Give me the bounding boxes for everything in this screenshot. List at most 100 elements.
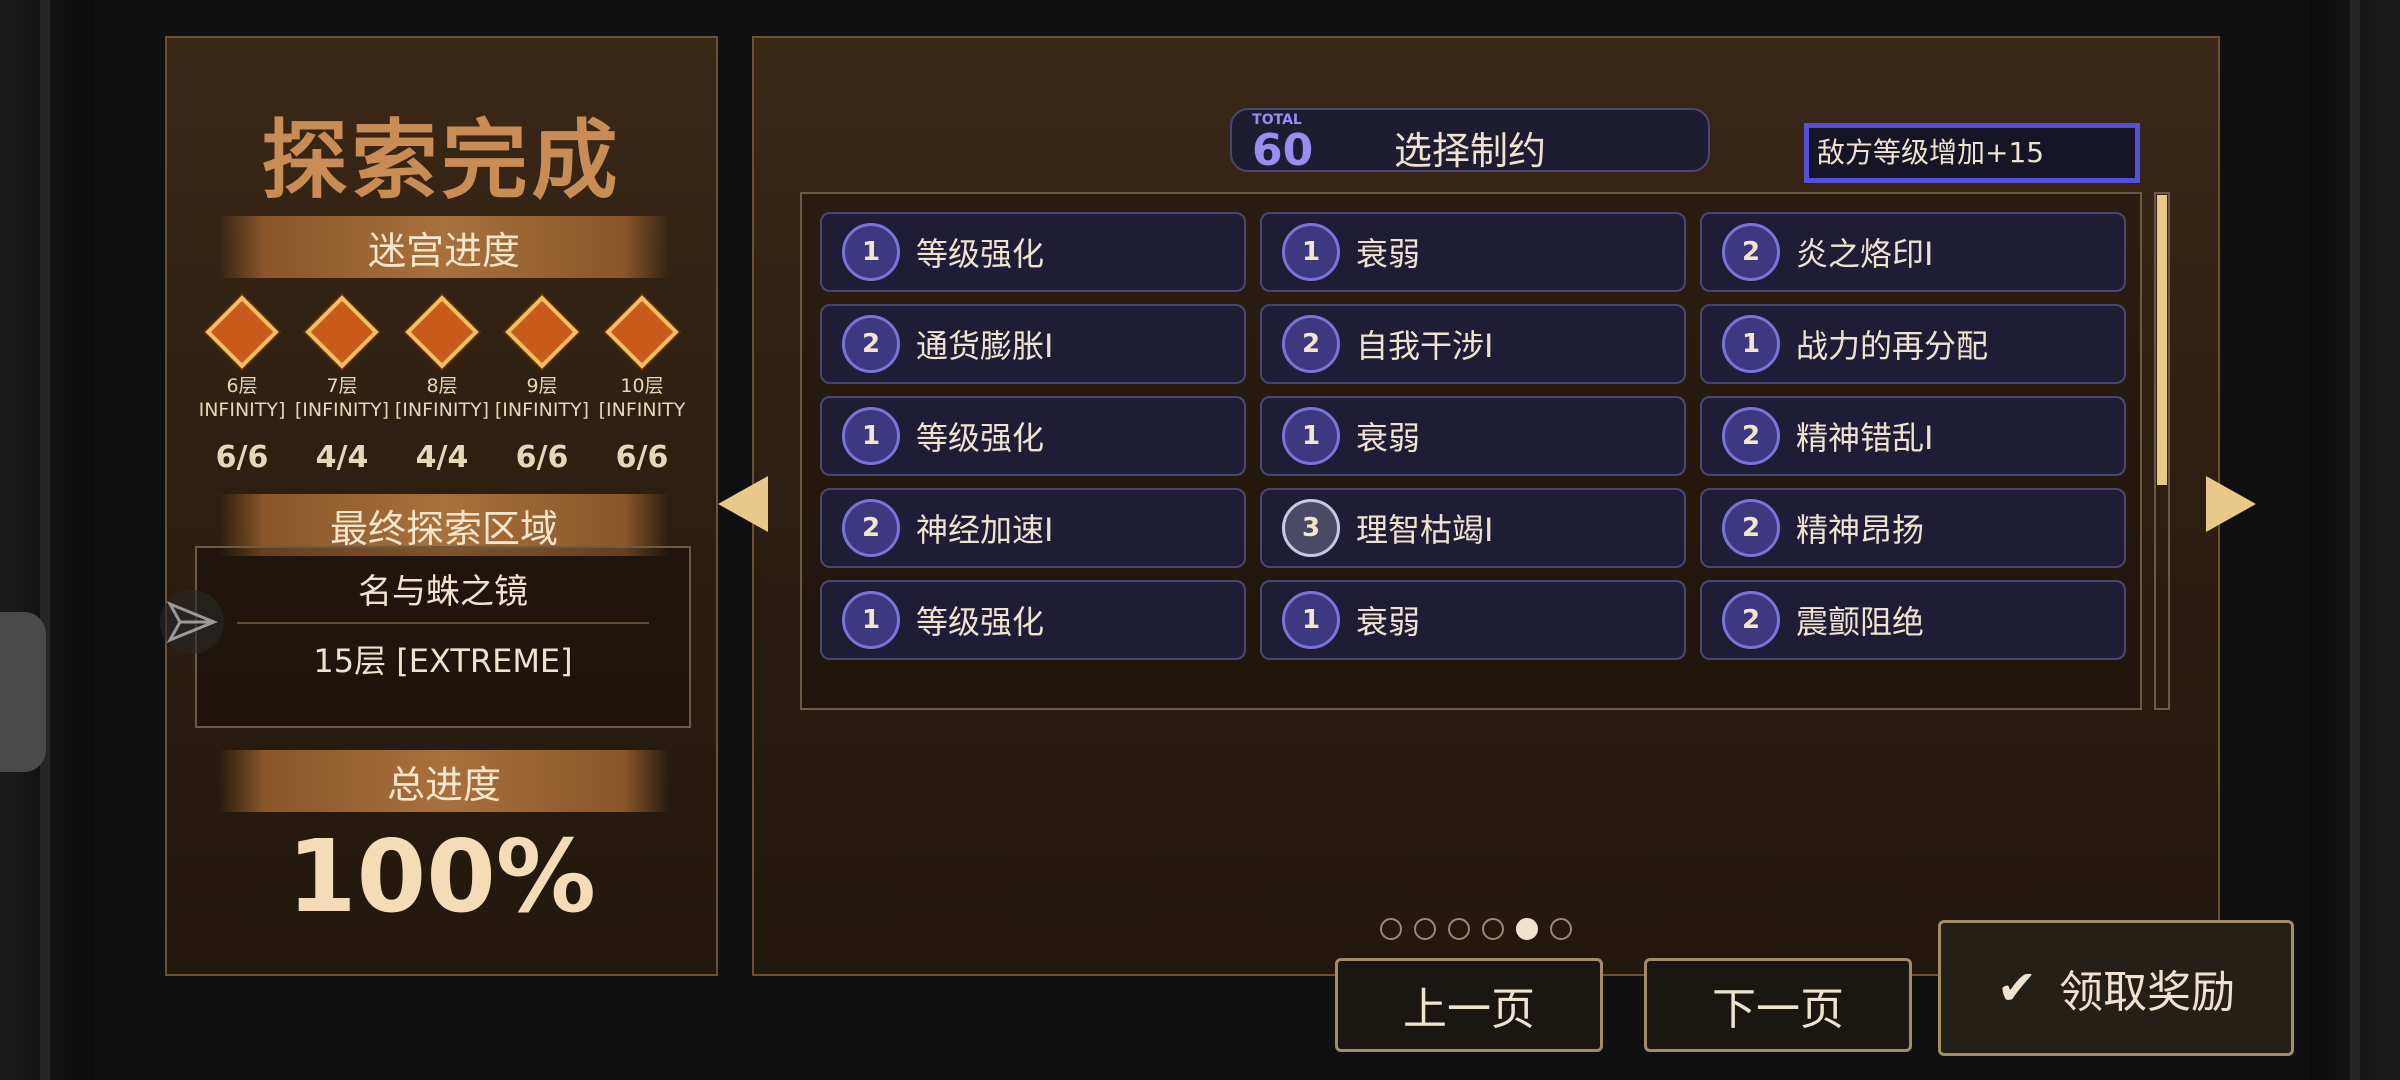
right-frame <box>2310 0 2400 1080</box>
constraint-card[interactable]: 2 神经加速I <box>820 488 1246 568</box>
share-icon <box>166 600 218 644</box>
constraint-label: 等级强化 <box>916 235 1045 273</box>
page-dot[interactable] <box>1380 918 1402 940</box>
floor-mode: [INFINITY] <box>294 399 390 421</box>
constraint-card[interactable]: 1 衰弱 <box>1260 396 1686 476</box>
page-dot[interactable] <box>1414 918 1436 940</box>
divider <box>237 622 649 624</box>
constraint-label: 理智枯竭I <box>1356 511 1494 549</box>
floor-list: 6层 INFINITY] 6/6 7层 [INFINITY] 4/4 8层 [I… <box>192 295 692 475</box>
constraint-header: TOTAL 60 选择制约 <box>1230 108 1710 174</box>
constraint-label: 炎之烙印I <box>1796 235 1934 273</box>
floor-label: 7层 <box>326 375 358 397</box>
page-dot[interactable] <box>1448 918 1470 940</box>
level-badge-icon: 1 <box>842 223 900 281</box>
left-frame <box>0 0 95 1080</box>
floor-label: 6层 <box>226 375 258 397</box>
constraint-card[interactable]: 2 炎之烙印I <box>1700 212 2126 292</box>
floor-count: 6/6 <box>215 440 269 475</box>
constraint-card[interactable]: 3 理智枯竭I <box>1260 488 1686 568</box>
next-arrow-icon[interactable] <box>2206 476 2256 532</box>
page-dot[interactable] <box>1482 918 1504 940</box>
constraint-card[interactable]: 2 精神错乱I <box>1700 396 2126 476</box>
floor-label: 10层 <box>620 375 664 397</box>
page-dot[interactable] <box>1550 918 1572 940</box>
level-badge-icon: 2 <box>842 315 900 373</box>
level-badge-icon: 2 <box>1722 407 1780 465</box>
constraint-card[interactable]: 1 衰弱 <box>1260 580 1686 660</box>
floor-label: 9层 <box>526 375 558 397</box>
floor-item: 9层 [INFINITY] 6/6 <box>492 295 592 475</box>
floor-medal-icon <box>405 295 479 369</box>
level-badge-icon: 1 <box>842 407 900 465</box>
floor-count: 6/6 <box>615 440 669 475</box>
constraint-label: 通货膨胀I <box>916 327 1054 365</box>
level-badge-icon: 1 <box>1282 407 1340 465</box>
level-badge-icon: 2 <box>1722 591 1780 649</box>
floor-item: 6层 INFINITY] 6/6 <box>192 295 292 475</box>
floor-mode: [INFINITY <box>598 399 686 421</box>
constraint-card[interactable]: 1 战力的再分配 <box>1700 304 2126 384</box>
constraint-label: 等级强化 <box>916 419 1045 457</box>
area-floor: 15层 [EXTREME] <box>313 642 573 680</box>
constraint-label: 战力的再分配 <box>1796 327 1989 365</box>
floor-label: 8层 <box>426 375 458 397</box>
constraint-title: 选择制约 <box>1393 129 1546 173</box>
constraint-card[interactable]: 1 等级强化 <box>820 580 1246 660</box>
floor-count: 6/6 <box>515 440 569 475</box>
maze-progress-banner: 迷宫进度 <box>219 216 669 278</box>
constraint-card[interactable]: 2 自我干涉I <box>1260 304 1686 384</box>
level-badge-icon: 1 <box>1722 315 1780 373</box>
constraint-label: 衰弱 <box>1356 419 1421 457</box>
floor-mode: INFINITY] <box>198 399 286 421</box>
level-badge-icon: 1 <box>1282 591 1340 649</box>
floor-item: 10层 [INFINITY 6/6 <box>592 295 692 475</box>
constraint-card[interactable]: 1 衰弱 <box>1260 212 1686 292</box>
constraint-card[interactable]: 1 等级强化 <box>820 396 1246 476</box>
constraint-label: 精神昂扬 <box>1796 511 1925 549</box>
floor-medal-icon <box>605 295 679 369</box>
next-page-button[interactable]: 下一页 <box>1644 958 1912 1052</box>
area-name: 名与蛛之镜 <box>358 572 528 612</box>
level-badge-icon: 1 <box>1282 223 1340 281</box>
share-button[interactable] <box>160 590 224 654</box>
scrollbar-thumb[interactable] <box>2157 195 2167 485</box>
total-progress-value: 100% <box>287 818 596 935</box>
floor-mode: [INFINITY] <box>394 399 490 421</box>
constraint-label: 震颤阻绝 <box>1796 603 1925 641</box>
checkmark-icon: ✔ <box>1996 960 2038 1016</box>
tooltip: 敌方等级增加+15 <box>1804 123 2140 183</box>
prev-arrow-icon[interactable] <box>718 476 768 532</box>
level-badge-icon: 2 <box>1722 499 1780 557</box>
side-handle[interactable] <box>0 612 46 772</box>
constraint-label: 衰弱 <box>1356 603 1421 641</box>
constraint-label: 等级强化 <box>916 603 1045 641</box>
final-area-box: 名与蛛之镜 15层 [EXTREME] <box>195 546 691 728</box>
constraint-card[interactable]: 2 精神昂扬 <box>1700 488 2126 568</box>
floor-count: 4/4 <box>415 440 469 475</box>
level-badge-icon: 2 <box>842 499 900 557</box>
constraint-card[interactable]: 2 通货膨胀I <box>820 304 1246 384</box>
floor-item: 8层 [INFINITY] 4/4 <box>392 295 492 475</box>
constraint-label: 神经加速I <box>916 511 1054 549</box>
constraint-list[interactable]: 1 等级强化 1 衰弱 2 炎之烙印I 2 通货膨胀I 2 自我干涉I 1 战力的再分配 1 等级强化 1 衰… <box>800 192 2142 710</box>
floor-medal-icon <box>305 295 379 369</box>
constraint-label: 衰弱 <box>1356 235 1421 273</box>
claim-reward-button[interactable]: ✔ 领取奖励 <box>1938 920 2294 1056</box>
constraint-grid: 1 等级强化 1 衰弱 2 炎之烙印I 2 通货膨胀I 2 自我干涉I 1 战力的再分配 1 等级强化 1 衰… <box>820 212 2126 660</box>
floor-item: 7层 [INFINITY] 4/4 <box>292 295 392 475</box>
floor-medal-icon <box>505 295 579 369</box>
scrollbar[interactable] <box>2154 192 2170 710</box>
constraint-card[interactable]: 2 震颤阻绝 <box>1700 580 2126 660</box>
floor-mode: [INFINITY] <box>494 399 590 421</box>
level-badge-icon: 3 <box>1282 499 1340 557</box>
floor-count: 4/4 <box>315 440 369 475</box>
constraint-label: 精神错乱I <box>1796 419 1934 457</box>
page-title: 探索完成 <box>261 111 622 211</box>
constraint-card[interactable]: 1 等级强化 <box>820 212 1246 292</box>
level-badge-icon: 1 <box>842 591 900 649</box>
page-indicator <box>1380 918 1572 940</box>
page-dot[interactable] <box>1516 918 1538 940</box>
prev-page-button[interactable]: 上一页 <box>1335 958 1603 1052</box>
summary-panel: 探索完成 迷宫进度 6层 INFINITY] 6/6 7层 [INFINITY]… <box>165 36 718 976</box>
